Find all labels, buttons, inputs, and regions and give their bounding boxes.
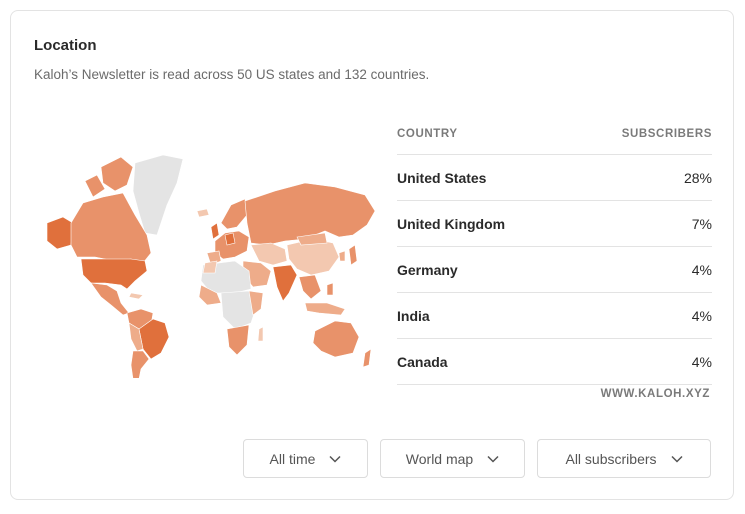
view-type-label: World map xyxy=(405,450,474,467)
map-indonesia xyxy=(304,302,346,316)
map-canada-arctic-2 xyxy=(84,174,106,198)
time-range-dropdown[interactable]: All time xyxy=(243,439,368,478)
card-subtitle: Kaloh’s Newsletter is read across 50 US … xyxy=(34,67,430,82)
map-uk xyxy=(210,222,220,240)
watermark-text: WWW.KALOH.XYZ xyxy=(600,388,710,400)
subscriber-share: 4% xyxy=(691,261,712,278)
country-name: India xyxy=(397,307,430,324)
map-korea xyxy=(338,250,346,262)
audience-dropdown[interactable]: All subscribers xyxy=(537,439,711,478)
map-morocco-egypt xyxy=(202,260,218,274)
table-row: Germany 4% xyxy=(397,247,712,293)
map-canada-arctic xyxy=(100,156,134,192)
map-caribbean xyxy=(128,292,144,300)
country-name: United Kingdom xyxy=(397,215,506,232)
map-argentina-chile xyxy=(130,350,150,378)
chevron-down-icon xyxy=(670,455,683,463)
map-usa xyxy=(80,258,148,290)
table-row: India 4% xyxy=(397,293,712,339)
column-country: COUNTRY xyxy=(397,128,458,140)
country-name: United States xyxy=(397,169,487,186)
subscriber-share: 7% xyxy=(691,215,712,232)
map-new-zealand xyxy=(362,348,372,368)
subscriber-share: 4% xyxy=(691,353,712,370)
country-table: COUNTRY SUBSCRIBERS United States 28% Un… xyxy=(397,124,712,385)
view-type-dropdown[interactable]: World map xyxy=(380,439,525,478)
map-alaska xyxy=(46,216,74,250)
map-china xyxy=(286,238,340,276)
map-southern-africa xyxy=(226,324,250,356)
table-row: Canada 4% xyxy=(397,339,712,385)
map-mexico xyxy=(90,282,130,316)
world-map xyxy=(46,154,376,378)
table-row: United Kingdom 7% xyxy=(397,201,712,247)
table-row: United States 28% xyxy=(397,155,712,201)
map-japan xyxy=(348,244,358,266)
chevron-down-icon xyxy=(329,455,341,463)
time-range-label: All time xyxy=(269,450,316,467)
card-title: Location xyxy=(34,37,97,54)
subscriber-share: 28% xyxy=(683,169,712,186)
chevron-down-icon xyxy=(487,455,499,463)
location-card: Location Kaloh’s Newsletter is read acro… xyxy=(10,10,734,500)
audience-label: All subscribers xyxy=(565,450,657,467)
map-australia xyxy=(312,320,360,358)
map-southeast-asia xyxy=(298,274,322,300)
map-scandinavia xyxy=(220,198,248,230)
column-subscribers: SUBSCRIBERS xyxy=(621,128,712,140)
table-header: COUNTRY SUBSCRIBERS xyxy=(397,124,712,155)
map-germany xyxy=(224,232,236,246)
subscriber-share: 4% xyxy=(691,307,712,324)
map-iceland xyxy=(196,208,210,218)
country-name: Germany xyxy=(397,261,458,278)
map-greenland xyxy=(132,154,184,236)
map-india xyxy=(272,264,298,302)
map-philippines xyxy=(326,282,334,296)
map-central-asia xyxy=(250,242,288,266)
country-name: Canada xyxy=(397,353,448,370)
map-madagascar xyxy=(257,326,264,342)
